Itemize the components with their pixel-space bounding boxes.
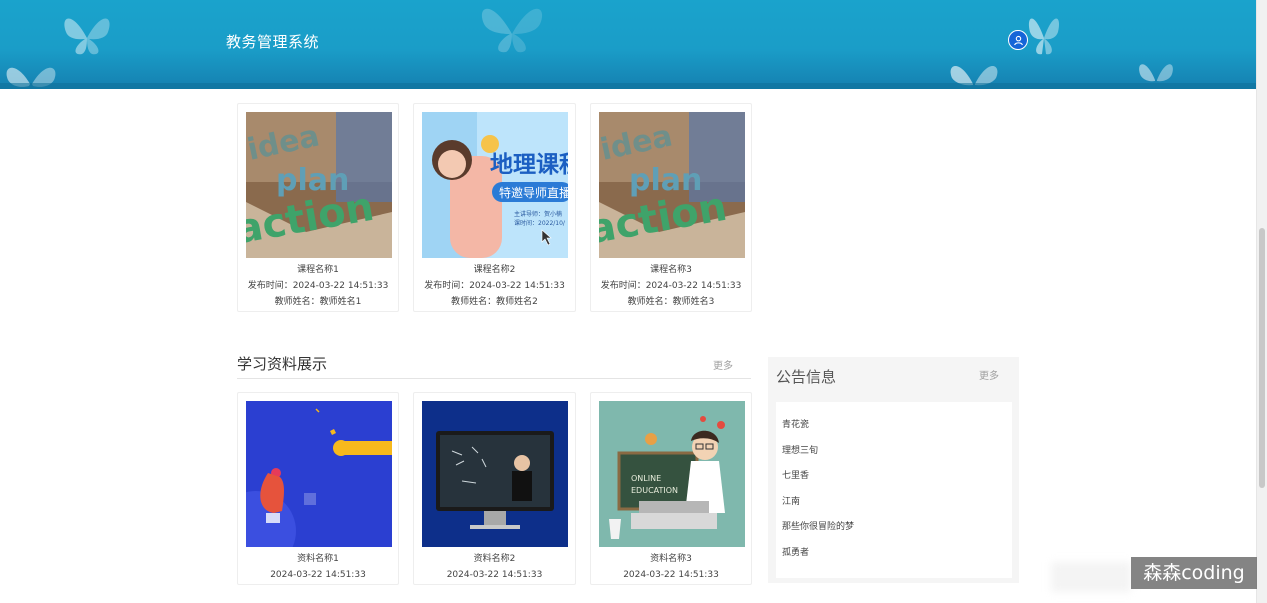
butterfly-decoration-icon [1028, 18, 1060, 55]
header-shadow [0, 83, 1256, 89]
material-date: 2024-03-22 14:51:33 [270, 570, 366, 580]
material-cover-image [422, 401, 568, 547]
material-card[interactable]: 资料名称1 2024-03-22 14:51:33 [237, 392, 399, 585]
notice-item[interactable]: 那些你很冒险的梦 [782, 519, 854, 532]
poster-title: 地理课程 [490, 152, 568, 178]
notice-panel: 公告信息 更多 青花瓷 理想三旬 七里香 江南 那些你很冒险的梦 孤勇者 [768, 357, 1019, 583]
material-name: 资料名称2 [473, 554, 516, 564]
material-cover-image [246, 401, 392, 547]
section-divider [237, 378, 751, 379]
butterfly-decoration-icon [481, 8, 543, 53]
notice-item[interactable]: 七里香 [782, 468, 809, 481]
material-card[interactable]: 资料名称2 2024-03-22 14:51:33 [413, 392, 576, 585]
material-cover-image: ONLINE EDUCATION [599, 401, 745, 547]
materials-more-link[interactable]: 更多 [713, 357, 733, 372]
poster-subtitle: 特邀导师直播 [499, 185, 568, 200]
notice-item[interactable]: 青花瓷 [782, 417, 809, 430]
course-teacher: 教师姓名：教师姓名2 [451, 297, 538, 307]
board-line1: ONLINE [631, 474, 661, 483]
notice-more-link[interactable]: 更多 [979, 367, 999, 382]
page-scrollbar[interactable] [1256, 0, 1267, 603]
course-cover-image: idea plan action [246, 112, 392, 258]
notice-item[interactable]: 江南 [782, 494, 800, 507]
materials-section-title: 学习资料展示 [237, 355, 328, 373]
course-teacher: 教师姓名：教师姓名3 [627, 297, 715, 307]
notice-title: 公告信息 [776, 368, 837, 386]
page: 教务管理系统 idea plan action 课程名称1 发布时间：2024-… [0, 0, 1267, 603]
material-date: 2024-03-22 14:51:33 [446, 570, 543, 580]
faded-overlay [1051, 562, 1131, 592]
course-publish-time: 发布时间：2024-03-22 14:51:33 [600, 281, 742, 291]
header-banner: 教务管理系统 [0, 0, 1256, 89]
course-card[interactable]: 地理课程 特邀导师直播 主讲导师：贺小楠 课时间：2022/10/ 课程名称2 … [413, 103, 576, 312]
material-card[interactable]: ONLINE EDUCATION 资料名称3 2024-03-22 14:51:… [590, 392, 752, 585]
user-icon [1013, 35, 1023, 45]
course-name: 课程名称1 [297, 265, 339, 275]
site-title: 教务管理系统 [226, 33, 320, 51]
butterfly-decoration-icon [64, 18, 110, 55]
poster-line2: 课时间：2022/10/ [514, 219, 566, 227]
material-name: 资料名称3 [650, 554, 692, 564]
notice-item[interactable]: 孤勇者 [782, 545, 809, 558]
course-card[interactable]: idea plan action 课程名称3 发布时间：2024-03-22 1… [590, 103, 752, 312]
course-name: 课程名称2 [473, 265, 516, 275]
poster-line1: 主讲导师：贺小楠 [514, 210, 562, 218]
course-cover-image: idea plan action [599, 112, 745, 258]
notice-item[interactable]: 理想三旬 [782, 443, 818, 456]
course-teacher: 教师姓名：教师姓名1 [274, 297, 362, 307]
notice-list: 青花瓷 理想三旬 七里香 江南 那些你很冒险的梦 孤勇者 [776, 402, 1012, 578]
watermark-label: 森森coding [1131, 557, 1257, 589]
course-publish-time: 发布时间：2024-03-22 14:51:33 [424, 281, 565, 291]
course-card[interactable]: idea plan action 课程名称1 发布时间：2024-03-22 1… [237, 103, 399, 312]
material-name: 资料名称1 [297, 554, 339, 564]
board-line2: EDUCATION [631, 486, 678, 495]
material-date: 2024-03-22 14:51:33 [623, 570, 719, 580]
user-avatar-button[interactable] [1008, 30, 1028, 50]
course-name: 课程名称3 [650, 265, 692, 275]
scrollbar-thumb[interactable] [1259, 228, 1265, 488]
course-publish-time: 发布时间：2024-03-22 14:51:33 [247, 281, 389, 291]
course-cover-image: 地理课程 特邀导师直播 主讲导师：贺小楠 课时间：2022/10/ [422, 112, 568, 258]
